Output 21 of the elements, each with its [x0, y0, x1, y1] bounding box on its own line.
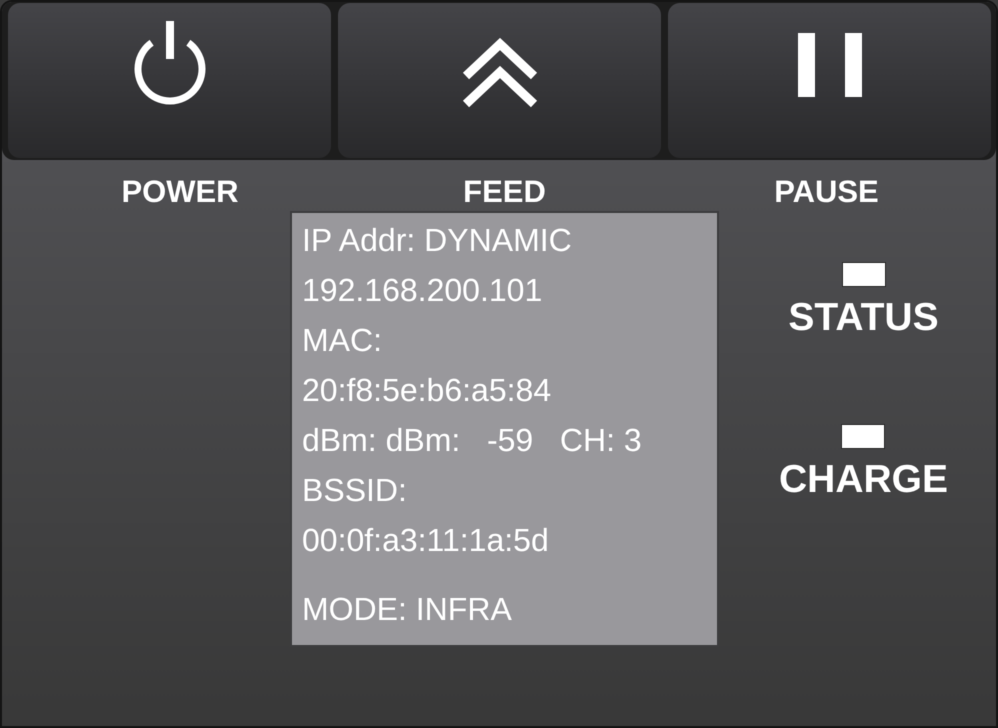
display-text: MODE: INFRA — [302, 590, 513, 629]
double-chevron-up-icon — [462, 37, 538, 109]
display-text: 20:f8:5e:b6:a5:84 — [302, 371, 552, 410]
display-text: 00:0f:a3:11:1a:5d — [302, 521, 550, 560]
pause-button[interactable] — [668, 3, 991, 158]
button-caption: FEED — [463, 174, 546, 210]
display-text: BSSID: — [302, 471, 408, 510]
feed-button[interactable] — [338, 3, 661, 158]
led-icon — [841, 424, 886, 449]
indicator-label: STATUS — [788, 295, 939, 340]
power-icon — [132, 21, 206, 105]
display-text: MAC: — [302, 321, 383, 360]
display-text: 192.168.200.101 — [302, 271, 544, 310]
display-text: dBm: dBm: -59 CH: 3 — [302, 421, 643, 460]
pause-icon — [798, 33, 862, 97]
power-button[interactable] — [8, 3, 331, 158]
indicator-label: CHARGE — [778, 457, 948, 502]
led-icon — [842, 262, 886, 287]
display-text: IP Addr: DYNAMIC — [302, 221, 573, 260]
button-caption: PAUSE — [774, 174, 879, 210]
button-caption: POWER — [121, 174, 239, 210]
